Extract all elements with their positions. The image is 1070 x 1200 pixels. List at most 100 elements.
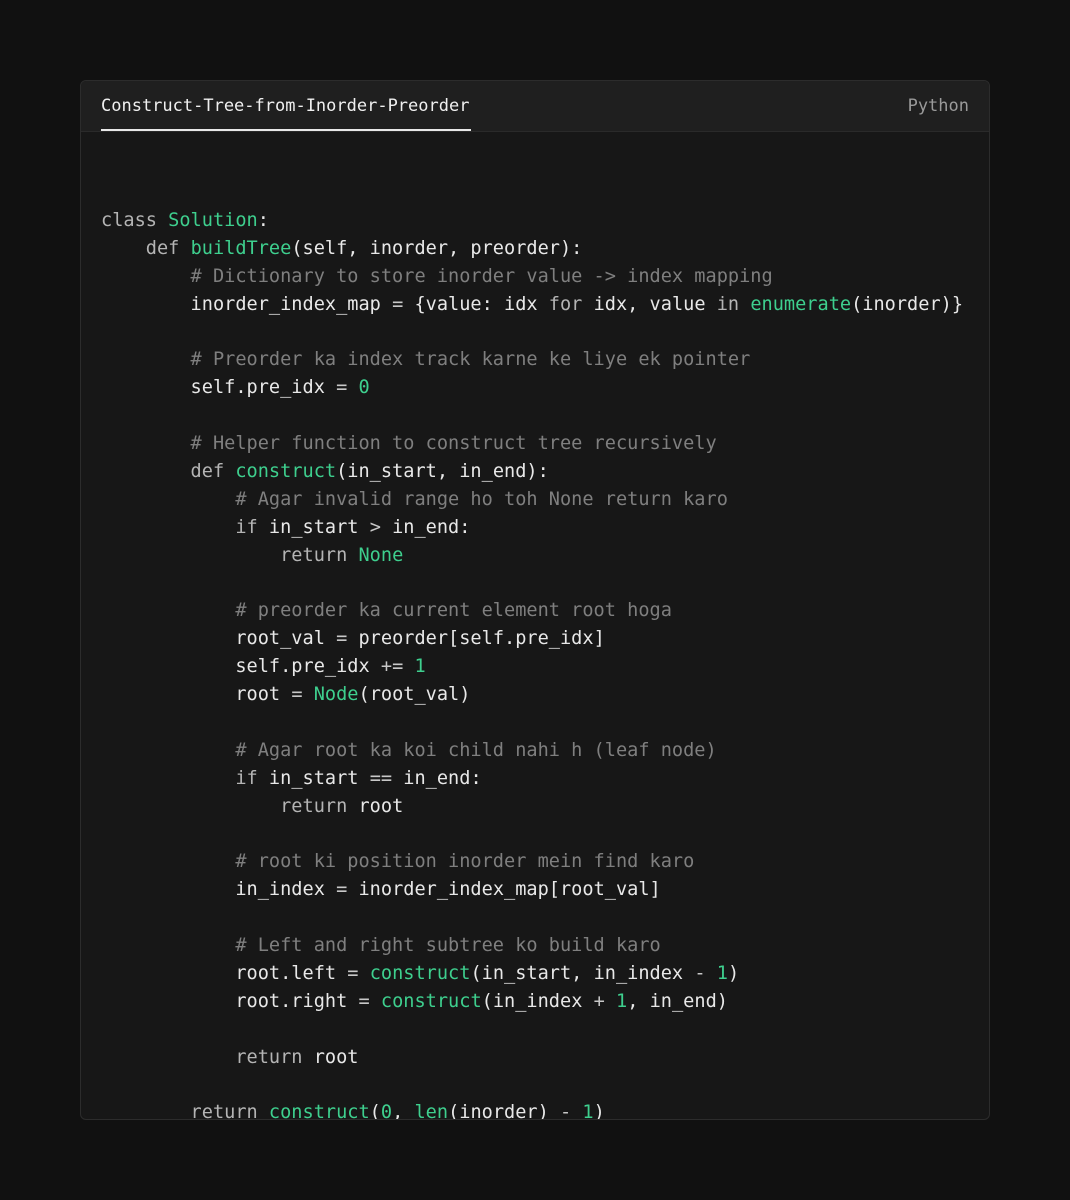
code-token: if <box>101 767 258 789</box>
code-token: def <box>101 460 236 482</box>
code-token: (in_index <box>481 990 594 1012</box>
code-token: (root_val) <box>358 684 471 706</box>
code-line: root.left = construct(in_start, in_index… <box>101 960 963 988</box>
code-token: : <box>257 209 269 231</box>
code-token: = <box>358 990 370 1012</box>
code-line: inorder_index_map = {value: idx for idx,… <box>101 291 963 319</box>
code-token: preorder[self.pre_idx] <box>347 628 605 650</box>
code-comment: # Helper function to construct tree recu… <box>101 433 717 455</box>
code-token: buildTree <box>190 237 292 259</box>
code-token: root <box>313 1046 359 1068</box>
code-token: (inorder) <box>448 1102 561 1120</box>
code-line: if in_start > in_end: <box>101 514 963 542</box>
code-token: 1 <box>616 990 628 1012</box>
code-line: return None <box>101 542 963 570</box>
code-token: root <box>358 795 404 817</box>
code-comment: # Left and right subtree ko build karo <box>101 935 661 957</box>
code-line: # root ki position inorder mein find kar… <box>101 848 963 876</box>
code-comment: # Agar invalid range ho toh None return … <box>101 488 728 510</box>
code-line: def construct(in_start, in_end): <box>101 458 963 486</box>
code-token: in_end: <box>392 767 482 789</box>
code-token: in_end: <box>380 516 471 538</box>
code-line: in_index = inorder_index_map[root_val] <box>101 876 963 904</box>
code-token: 1 <box>582 1102 594 1120</box>
code-line: return root <box>101 1044 963 1072</box>
code-token: None <box>358 544 404 566</box>
language-label: Python <box>907 96 969 116</box>
code-token: Solution <box>168 209 258 231</box>
code-comment: # Dictionary to store inorder value -> i… <box>101 265 773 287</box>
code-comment: # preorder ka current element root hoga <box>101 600 672 622</box>
code-token: 0 <box>358 377 370 399</box>
tab-file[interactable]: Construct-Tree-from-Inorder-Preorder <box>101 81 472 131</box>
code-token: self.pre_idx <box>101 377 337 399</box>
code-token: if <box>101 516 258 538</box>
code-line: class Solution: <box>101 207 963 235</box>
code-token: return <box>101 544 359 566</box>
code-token: enumerate <box>750 293 852 315</box>
code-token: 1 <box>414 656 426 678</box>
code-token: ( <box>369 1102 381 1120</box>
code-token: self.pre_idx <box>101 656 381 678</box>
code-token: > <box>369 516 381 538</box>
code-comment: # Preorder ka index track karne ke liye … <box>101 349 751 371</box>
code-token: construct <box>380 990 482 1012</box>
code-line: return construct(0, len(inorder) - 1) <box>101 1099 963 1120</box>
code-line: # Agar invalid range ho toh None return … <box>101 486 963 514</box>
code-token: len <box>414 1102 449 1120</box>
code-token: root.right <box>101 990 359 1012</box>
code-block[interactable]: class Solution: def buildTree(self, inor… <box>101 179 963 1120</box>
code-line: # preorder ka current element root hoga <box>101 597 963 625</box>
code-line: # Dictionary to store inorder value -> i… <box>101 263 963 291</box>
code-token: = <box>336 377 348 399</box>
code-token: idx, value <box>582 293 717 315</box>
code-token: inorder_index_map[root_val] <box>347 879 661 901</box>
code-token: ) <box>593 1102 605 1120</box>
code-token: = <box>336 628 348 650</box>
code-line: root = Node(root_val) <box>101 681 963 709</box>
code-token: (self, inorder, preorder): <box>291 237 583 259</box>
code-token: return <box>101 1102 269 1120</box>
code-token: ) <box>727 962 740 984</box>
code-token: = <box>392 293 404 315</box>
code-token: (inorder)} <box>851 293 964 315</box>
code-token: 0 <box>380 1102 393 1120</box>
code-token: - <box>694 962 706 984</box>
code-token: return <box>101 1046 314 1068</box>
code-token: root <box>101 684 292 706</box>
code-card-header: Construct-Tree-from-Inorder-Preorder Pyt… <box>81 81 989 132</box>
code-line: def buildTree(self, inorder, preorder): <box>101 235 963 263</box>
code-token: for <box>548 293 583 315</box>
code-token: root.left <box>101 962 348 984</box>
code-token: return <box>101 795 359 817</box>
code-token: construct <box>369 962 471 984</box>
code-token: = <box>347 962 359 984</box>
code-line: root_val = preorder[self.pre_idx] <box>101 625 963 653</box>
code-token: in_start <box>257 767 370 789</box>
code-token: inorder_index_map <box>101 293 393 315</box>
code-token: (in_start, in_index <box>470 962 695 984</box>
code-token: (in_start, in_end): <box>336 460 549 482</box>
code-token: + <box>593 990 605 1012</box>
code-token: = <box>291 684 303 706</box>
code-token: += <box>380 656 404 678</box>
code-line: self.pre_idx += 1 <box>101 653 963 681</box>
code-line: # Helper function to construct tree recu… <box>101 430 963 458</box>
code-line: # Agar root ka koi child nahi h (leaf no… <box>101 737 963 765</box>
code-token: in <box>716 293 740 315</box>
code-token: - <box>560 1102 572 1120</box>
